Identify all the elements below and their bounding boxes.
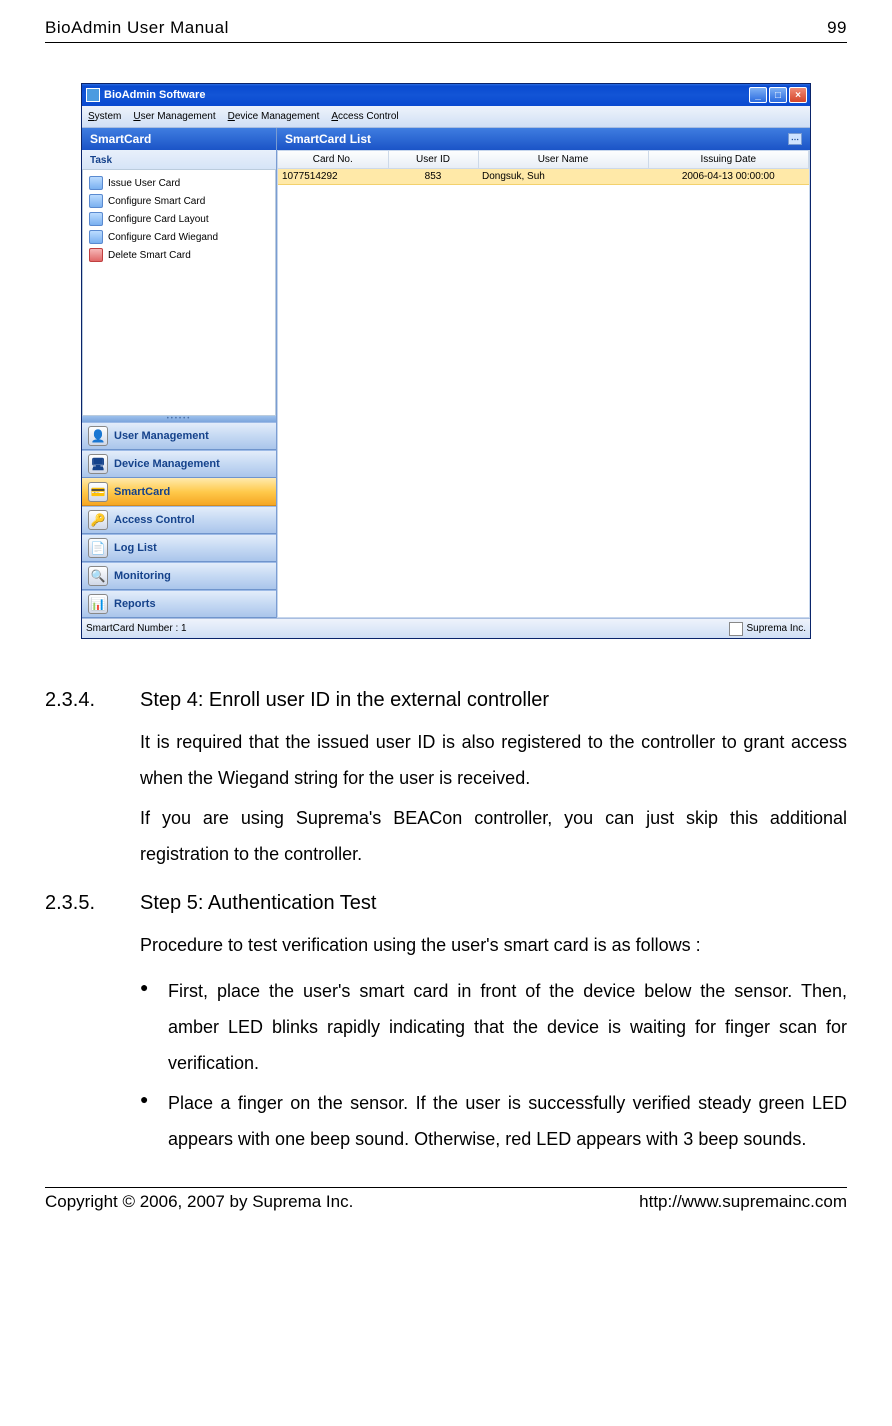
- task-header: Task: [82, 150, 276, 169]
- section-heading-234: 2.3.4. Step 4: Enroll user ID in the ext…: [45, 689, 847, 712]
- menu-system[interactable]: System: [88, 111, 121, 122]
- bullet-item: First, place the user's smart card in fr…: [140, 973, 847, 1081]
- bullet-item: Place a finger on the sensor. If the use…: [140, 1085, 847, 1157]
- info-icon[interactable]: ⋯: [788, 133, 802, 145]
- key-icon: 🔑: [88, 510, 108, 530]
- header-rule: [45, 42, 847, 43]
- card-icon: [89, 212, 103, 226]
- app-window: BioAdmin Software _ □ × System User Mana…: [81, 83, 811, 639]
- list-title: SmartCard List: [285, 132, 788, 146]
- table-header-row: Card No. User ID User Name Issuing Date: [278, 151, 809, 169]
- screenshot-figure: BioAdmin Software _ □ × System User Mana…: [45, 83, 847, 639]
- bullet-list: First, place the user's smart card in fr…: [140, 973, 847, 1157]
- nav-smartcard[interactable]: 💳SmartCard: [82, 478, 276, 506]
- section-234-para-1: It is required that the issued user ID i…: [140, 724, 847, 796]
- status-right: Suprema Inc.: [747, 623, 806, 634]
- app-icon: [86, 88, 100, 102]
- page-header: BioAdmin User Manual 99: [45, 18, 847, 38]
- footer-rule: [45, 1187, 847, 1188]
- task-configure-smart-card[interactable]: Configure Smart Card: [83, 192, 275, 210]
- col-card-no[interactable]: Card No.: [278, 151, 388, 169]
- card-icon: 💳: [88, 482, 108, 502]
- task-configure-card-layout[interactable]: Configure Card Layout: [83, 210, 275, 228]
- cell-user-name: Dongsuk, Suh: [478, 169, 648, 185]
- nav-user-management[interactable]: 👤User Management: [82, 422, 276, 450]
- task-issue-user-card[interactable]: Issue User Card: [83, 174, 275, 192]
- cell-card-no: 1077514292: [278, 169, 388, 185]
- menubar: System User Management Device Management…: [82, 106, 810, 128]
- table-row[interactable]: 1077514292 853 Dongsuk, Suh 2006-04-13 0…: [278, 169, 809, 185]
- menu-access-control[interactable]: Access Control: [331, 111, 398, 122]
- list-title-bar: SmartCard List ⋯: [277, 128, 810, 150]
- nav-monitoring[interactable]: 🔍Monitoring: [82, 562, 276, 590]
- left-panel: SmartCard Task Issue User Card Configure…: [82, 128, 277, 618]
- section-234-para-2: If you are using Suprema's BEACon contro…: [140, 800, 847, 872]
- nav-access-control[interactable]: 🔑Access Control: [82, 506, 276, 534]
- card-icon: [89, 194, 103, 208]
- section-235-para-1: Procedure to test verification using the…: [140, 927, 847, 963]
- card-icon: [89, 230, 103, 244]
- section-title: Step 5: Authentication Test: [140, 892, 376, 915]
- nav-device-management[interactable]: 🖥Device Management: [82, 450, 276, 478]
- cell-issuing-date: 2006-04-13 00:00:00: [648, 169, 809, 185]
- nav-stack: 👤User Management 🖥Device Management 💳Sma…: [82, 422, 276, 618]
- col-user-name[interactable]: User Name: [478, 151, 648, 169]
- task-list: Issue User Card Configure Smart Card Con…: [82, 169, 276, 416]
- nav-reports[interactable]: 📊Reports: [82, 590, 276, 618]
- menu-user-management[interactable]: User Management: [133, 111, 215, 122]
- col-user-id[interactable]: User ID: [388, 151, 478, 169]
- window-titlebar[interactable]: BioAdmin Software _ □ ×: [82, 84, 810, 106]
- device-icon: 🖥: [88, 454, 108, 474]
- header-left: BioAdmin User Manual: [45, 18, 229, 38]
- menu-device-management[interactable]: Device Management: [228, 111, 320, 122]
- status-bar: SmartCard Number : 1 Suprema Inc.: [82, 618, 810, 638]
- section-title: Step 4: Enroll user ID in the external c…: [140, 689, 549, 712]
- log-icon: 📄: [88, 538, 108, 558]
- user-icon: 👤: [88, 426, 108, 446]
- status-left: SmartCard Number : 1: [86, 623, 729, 634]
- window-title: BioAdmin Software: [104, 89, 749, 101]
- close-button[interactable]: ×: [789, 87, 807, 103]
- minimize-button[interactable]: _: [749, 87, 767, 103]
- task-delete-smart-card[interactable]: Delete Smart Card: [83, 246, 275, 264]
- page-footer: Copyright © 2006, 2007 by Suprema Inc. h…: [45, 1192, 847, 1212]
- company-logo-icon: [729, 622, 743, 636]
- col-issuing-date[interactable]: Issuing Date: [648, 151, 809, 169]
- cell-user-id: 853: [388, 169, 478, 185]
- footer-url: http://www.supremainc.com: [639, 1192, 847, 1212]
- right-panel: SmartCard List ⋯ Card No. User ID User N…: [277, 128, 810, 618]
- monitor-icon: 🔍: [88, 566, 108, 586]
- task-configure-card-wiegand[interactable]: Configure Card Wiegand: [83, 228, 275, 246]
- nav-log-list[interactable]: 📄Log List: [82, 534, 276, 562]
- copyright-text: Copyright © 2006, 2007 by Suprema Inc.: [45, 1192, 353, 1212]
- card-icon: [89, 176, 103, 190]
- page-number: 99: [827, 18, 847, 38]
- left-panel-title: SmartCard: [82, 128, 276, 150]
- maximize-button[interactable]: □: [769, 87, 787, 103]
- delete-icon: [89, 248, 103, 262]
- smartcard-table: Card No. User ID User Name Issuing Date …: [277, 150, 810, 618]
- section-heading-235: 2.3.5. Step 5: Authentication Test: [45, 892, 847, 915]
- section-number: 2.3.4.: [45, 689, 140, 712]
- report-icon: 📊: [88, 594, 108, 614]
- section-number: 2.3.5.: [45, 892, 140, 915]
